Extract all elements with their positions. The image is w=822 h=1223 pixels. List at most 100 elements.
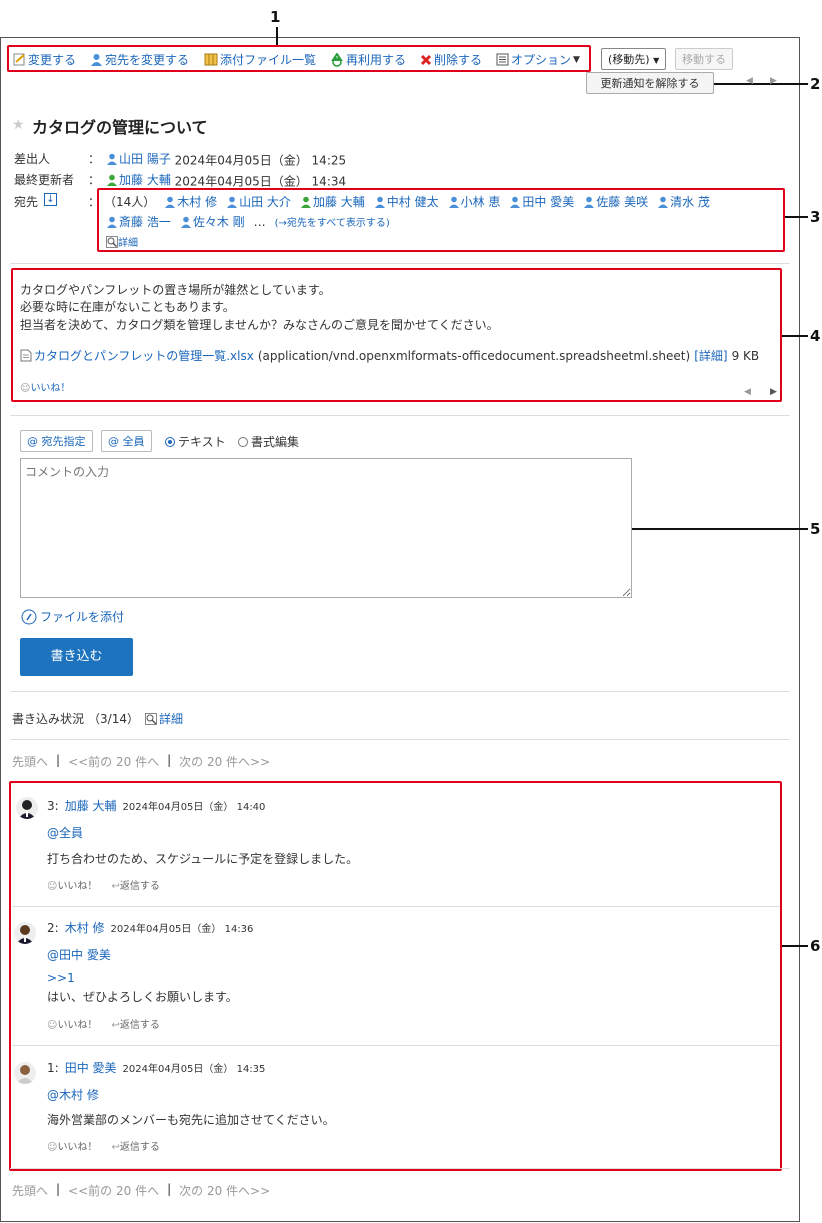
mention-all-button[interactable]: @ 全員 xyxy=(101,430,152,452)
user-icon xyxy=(107,174,117,186)
pager-separator: | xyxy=(167,753,172,767)
divider xyxy=(10,415,790,416)
sender-user-link[interactable]: 山田 陽子 xyxy=(106,150,171,167)
radio-checked-icon xyxy=(165,436,175,447)
recipient-link[interactable]: 中村 健太 xyxy=(374,193,439,210)
read-status-row: 書き込み状況 （3/14） 詳細 xyxy=(12,710,183,727)
comment-text: 打ち合わせのため、スケジュールに予定を登録しました。 xyxy=(47,852,359,866)
show-all-recipients-link[interactable]: (→宛先をすべて表示する) xyxy=(275,214,390,229)
options-menu-button[interactable]: オプション ▼ xyxy=(496,51,580,68)
change-recipients-button[interactable]: 宛先を変更する xyxy=(90,51,189,68)
comment-actions: ☺いいね！ ↩返信する xyxy=(47,1138,160,1153)
attachments-list-button[interactable]: 添付ファイル一覧 xyxy=(204,51,316,68)
pager-next[interactable]: 次の 20 件へ>> xyxy=(179,1182,270,1199)
reply-arrow-icon: ↩ xyxy=(111,1142,120,1153)
avatar[interactable] xyxy=(14,1062,36,1084)
next-arrow-icon[interactable]: ▶ xyxy=(770,76,777,86)
pager-next[interactable]: 次の 20 件へ>> xyxy=(179,753,270,770)
user-icon xyxy=(91,54,102,66)
reply-button[interactable]: ↩返信する xyxy=(111,1016,159,1031)
magnifier-icon xyxy=(144,712,157,725)
move-button[interactable]: 移動する xyxy=(675,48,733,70)
pager-first[interactable]: 先頭へ xyxy=(12,1182,48,1199)
recipient-link[interactable]: 佐藤 美咲 xyxy=(583,193,648,210)
attach-file-link[interactable]: ファイルを添付 xyxy=(21,608,124,625)
like-button[interactable]: ☺いいね！ xyxy=(47,1016,97,1031)
attachment-link[interactable]: カタログとパンフレットの管理一覧.xlsx xyxy=(34,347,254,364)
user-icon xyxy=(107,216,117,228)
comment-mention[interactable]: @田中 愛美 xyxy=(47,946,111,963)
recipient-link[interactable]: 佐々木 剛 xyxy=(180,213,245,230)
comment-author-link[interactable]: 田中 愛美 xyxy=(65,1059,117,1076)
updater-label: 最終更新者 xyxy=(14,173,75,187)
prev-arrow-icon[interactable]: ◀ xyxy=(744,387,751,397)
comment-text: はい、ぜひよろしくお願いします。 xyxy=(47,990,238,1004)
updater-user-link[interactable]: 加藤 大輔 xyxy=(106,171,171,188)
like-button[interactable]: ☺いいね！ xyxy=(47,1138,97,1153)
body-line: 担当者を決めて、カタログ類を管理しませんか？みなさんのご意見を聞かせてください。 xyxy=(20,318,499,332)
comment-quote-link[interactable]: >>1 xyxy=(47,971,75,985)
download-arrow-icon[interactable]: ↓ xyxy=(44,193,57,206)
sender-row: 山田 陽子 2024年04月05日（金） 14:25 xyxy=(106,150,346,169)
edit-button[interactable]: 変更する xyxy=(13,51,76,68)
recipients-details-link[interactable]: 詳細 xyxy=(106,234,138,249)
recipient-name: 田中 愛美 xyxy=(522,195,575,209)
mention-specify-button[interactable]: @ 宛先指定 xyxy=(20,430,93,452)
submit-label: 書き込む xyxy=(50,649,103,664)
like-button[interactable]: ☺いいね！ xyxy=(20,379,70,394)
reply-button[interactable]: ↩返信する xyxy=(111,877,159,892)
recipients-details-label: 詳細 xyxy=(118,238,138,249)
sender-name: 山田 陽子 xyxy=(119,152,171,166)
avatar[interactable] xyxy=(14,922,36,944)
read-status-label: 書き込み状況 xyxy=(12,712,85,726)
comment-mention[interactable]: @全員 xyxy=(47,824,83,841)
delete-button[interactable]: 削除する xyxy=(420,51,482,68)
recipient-link[interactable]: 斎藤 浩一 xyxy=(106,213,171,230)
recipient-name: 山田 大介 xyxy=(239,195,291,209)
sender-label: 差出人 xyxy=(14,152,51,166)
reply-arrow-icon: ↩ xyxy=(111,1020,120,1031)
submit-comment-button[interactable]: 書き込む xyxy=(20,638,133,676)
comment-input[interactable] xyxy=(20,458,632,598)
prev-arrow-icon[interactable]: ◀ xyxy=(746,76,753,86)
recipient-name: 加藤 大輔 xyxy=(312,195,365,209)
comment-mention[interactable]: @木村 修 xyxy=(47,1086,99,1103)
comment-number: 3: xyxy=(47,798,59,813)
recipient-name: 佐藤 美咲 xyxy=(596,195,649,209)
pager-separator: | xyxy=(167,1182,172,1196)
recipient-link[interactable]: 田中 愛美 xyxy=(509,193,574,210)
recipient-link[interactable]: 山田 大介 xyxy=(226,193,291,210)
avatar[interactable] xyxy=(16,797,38,819)
read-status-details-label: 詳細 xyxy=(158,712,183,726)
comment-author-link[interactable]: 木村 修 xyxy=(65,919,105,936)
like-button[interactable]: ☺いいね！ xyxy=(47,877,97,892)
recipient-link[interactable]: 加藤 大輔 xyxy=(300,193,365,210)
pager-prev[interactable]: <<前の 20 件へ xyxy=(68,753,159,770)
comment-author-link[interactable]: 加藤 大輔 xyxy=(65,797,117,814)
read-status-details-link[interactable]: 詳細 xyxy=(144,710,183,727)
unsubscribe-button[interactable]: 更新通知を解除する xyxy=(586,72,714,94)
attachment-row: カタログとパンフレットの管理一覧.xlsx (application/vnd.o… xyxy=(20,347,759,364)
recipient-link[interactable]: 小林 恵 xyxy=(448,193,500,210)
pager-prev[interactable]: <<前の 20 件へ xyxy=(68,1182,159,1199)
updater-separator: ： xyxy=(88,173,101,187)
message-title: カタログの管理について xyxy=(32,118,208,137)
star-icon[interactable]: ★ xyxy=(12,117,25,133)
recipient-link[interactable]: 清水 茂 xyxy=(657,193,710,210)
reply-button[interactable]: ↩返信する xyxy=(111,1138,159,1153)
smile-icon: ☺ xyxy=(20,383,31,394)
attachment-details-link[interactable]: [詳細] xyxy=(694,347,727,364)
move-destination-select[interactable]: (移動先) ▼ xyxy=(601,48,667,70)
file-icon xyxy=(20,349,32,362)
mode-rich-label: 書式編集 xyxy=(251,435,300,449)
comment-header: 3: 加藤 大輔 2024年04月05日（金） 14:40 xyxy=(47,797,265,814)
recipients-row-1: （14人） 木村 修 山田 大介 加藤 大輔 中村 健太 小林 恵 田中 愛美 … xyxy=(104,193,710,210)
edit-icon xyxy=(13,53,25,66)
next-arrow-icon[interactable]: ▶ xyxy=(770,387,777,397)
user-icon xyxy=(658,196,669,208)
pager-first[interactable]: 先頭へ xyxy=(12,753,48,770)
recipient-link[interactable]: 木村 修 xyxy=(164,193,217,210)
reuse-button[interactable]: 再利用する xyxy=(330,51,406,68)
mode-rich-radio[interactable]: 書式編集 xyxy=(238,433,299,450)
mode-text-radio[interactable]: テキスト xyxy=(165,433,226,450)
